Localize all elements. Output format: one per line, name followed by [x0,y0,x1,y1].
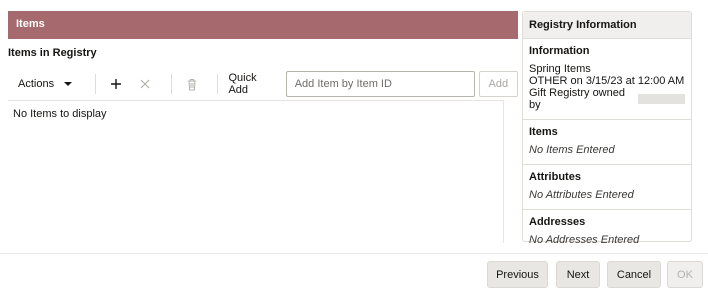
addresses-value: No Addresses Entered [529,234,640,246]
add-item-button[interactable]: Add [478,71,518,97]
empty-table-message: No Items to display [13,108,107,120]
items-value: No Items Entered [529,144,615,156]
items-panel-header: Items [8,11,518,39]
toolbar-divider [217,74,219,94]
actions-menu-button[interactable]: Actions [8,78,87,90]
owner-label: Gift Registry owned by [529,87,625,111]
toolbar-divider [170,74,172,94]
attributes-value: No Attributes Entered [529,189,634,201]
next-button[interactable]: Next [556,261,600,288]
attributes-heading: Attributes [529,171,581,183]
items-in-registry-title: Items in Registry [8,47,97,59]
chevron-down-icon [64,82,73,86]
information-section: Information Spring Items OTHER on 3/15/2… [523,39,691,120]
quick-add-input[interactable] [285,71,475,97]
trash-icon[interactable] [180,72,204,96]
addresses-section: Addresses No Addresses Entered [523,210,691,254]
information-heading: Information [529,45,590,57]
attributes-section: Attributes No Attributes Entered [523,165,691,210]
ok-button[interactable]: OK [667,261,703,288]
registry-information-title: Registry Information [523,12,691,39]
addresses-heading: Addresses [529,216,586,228]
plus-icon[interactable] [104,72,128,96]
quick-add-label: Quick Add [228,72,257,96]
cancel-button[interactable]: Cancel [607,261,661,288]
toolbar-divider [94,74,96,94]
items-table: No Items to display [8,100,504,243]
registry-name: Spring Items [529,63,591,75]
footer-divider [0,253,708,254]
items-heading: Items [529,126,558,138]
items-toolbar: Actions Quick Add Add [8,70,518,98]
registry-information-panel: Registry Information Information Spring … [522,11,692,246]
redacted-owner-name [637,94,685,104]
registry-event: OTHER on 3/15/23 at 12:00 AM [529,75,685,87]
items-section: Items No Items Entered [523,120,691,165]
registry-owner: Gift Registry owned by [529,87,685,111]
close-icon[interactable] [133,72,157,96]
previous-button[interactable]: Previous [487,261,548,288]
actions-label: Actions [18,78,55,90]
